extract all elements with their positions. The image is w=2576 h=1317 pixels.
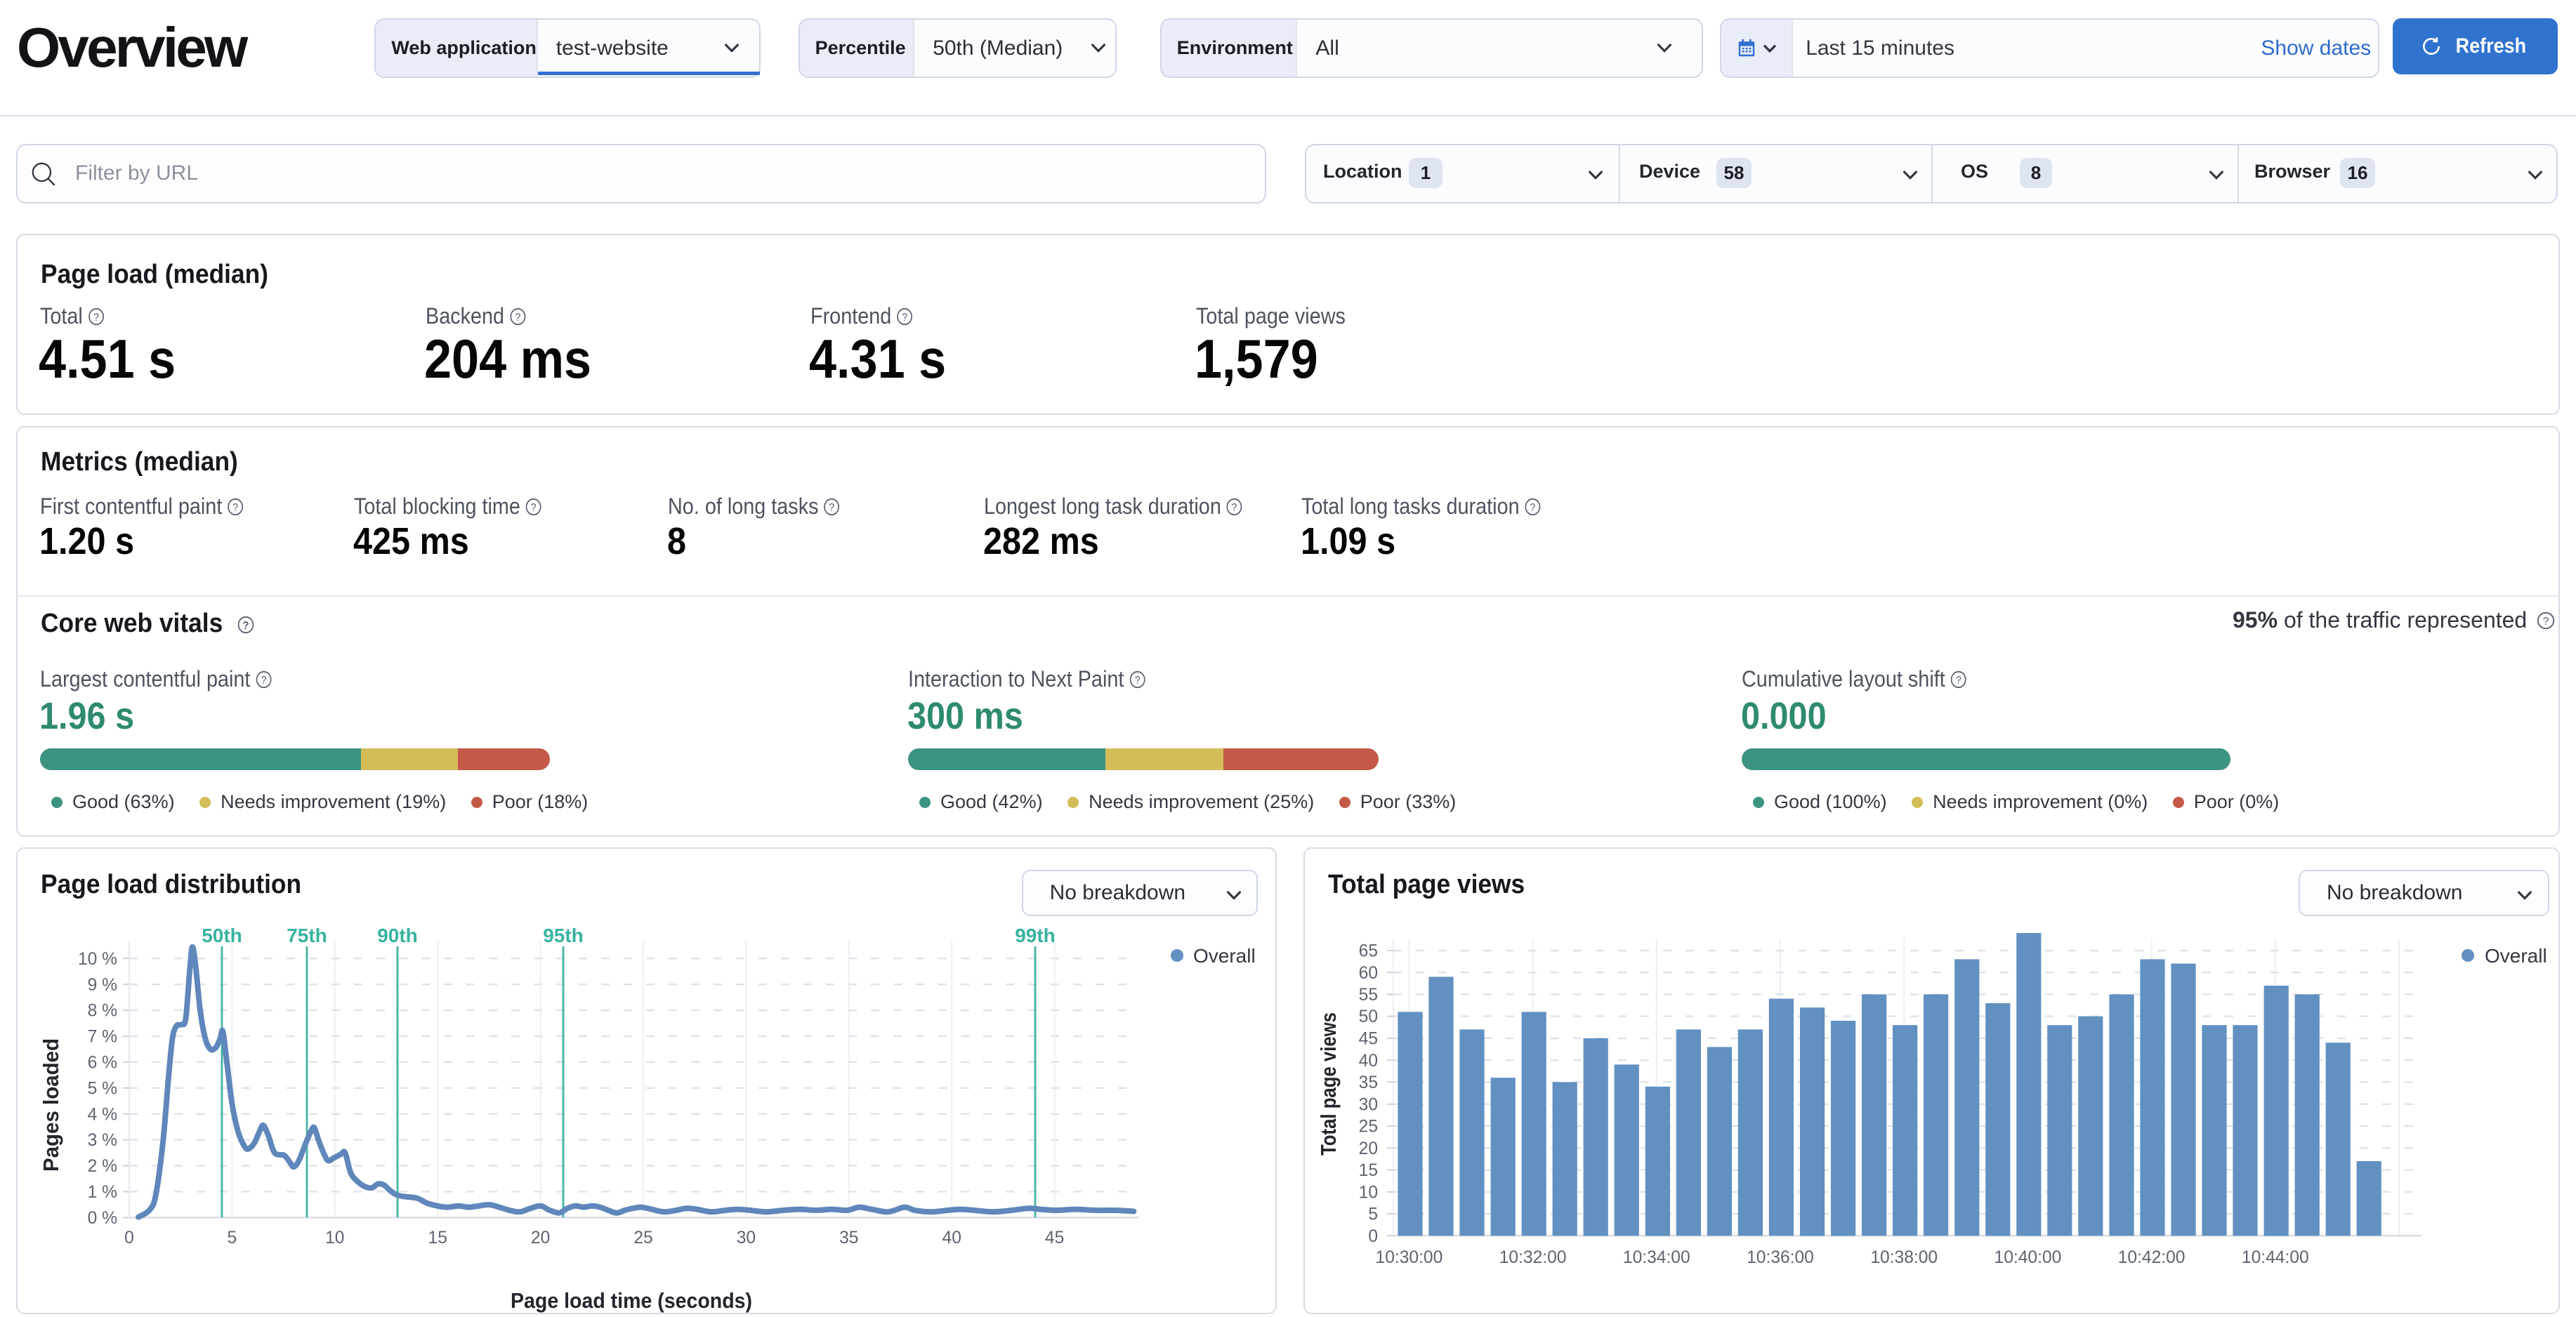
svg-text:10:30:00: 10:30:00 <box>1375 1248 1443 1267</box>
svg-text:10: 10 <box>325 1229 344 1247</box>
svg-text:45: 45 <box>1045 1229 1064 1247</box>
svg-text:50th: 50th <box>202 925 242 946</box>
svg-text:55: 55 <box>1358 986 1377 1005</box>
svg-text:10:34:00: 10:34:00 <box>1623 1248 1690 1267</box>
svg-text:5: 5 <box>1368 1205 1378 1224</box>
svg-text:?: ? <box>515 311 520 324</box>
svg-text:?: ? <box>243 619 249 632</box>
svg-text:65: 65 <box>1358 942 1377 961</box>
svg-text:10:44:00: 10:44:00 <box>2242 1248 2309 1267</box>
svg-text:10:38:00: 10:38:00 <box>1870 1248 1938 1267</box>
svg-text:Overall: Overall <box>2485 945 2547 967</box>
svg-text:30: 30 <box>737 1229 756 1247</box>
svg-text:15: 15 <box>428 1229 447 1247</box>
svg-text:Page load time (seconds): Page load time (seconds) <box>511 1288 752 1313</box>
svg-text:0: 0 <box>124 1229 134 1247</box>
svg-text:1 %: 1 % <box>88 1183 117 1202</box>
svg-text:?: ? <box>93 311 99 324</box>
svg-text:50: 50 <box>1358 1007 1377 1026</box>
svg-text:7 %: 7 % <box>88 1028 117 1047</box>
svg-text:5: 5 <box>228 1229 237 1247</box>
svg-text:25: 25 <box>633 1229 652 1247</box>
svg-text:45: 45 <box>1358 1030 1377 1049</box>
svg-text:5 %: 5 % <box>88 1079 117 1098</box>
svg-text:?: ? <box>1232 501 1237 514</box>
svg-text:?: ? <box>1530 501 1536 514</box>
svg-text:?: ? <box>1956 674 1961 687</box>
svg-text:35: 35 <box>1358 1073 1377 1092</box>
svg-text:2 %: 2 % <box>88 1157 117 1176</box>
svg-text:20: 20 <box>1358 1139 1377 1158</box>
svg-text:4 %: 4 % <box>88 1105 117 1124</box>
svg-text:9 %: 9 % <box>88 976 117 995</box>
svg-text:60: 60 <box>1358 964 1377 983</box>
svg-text:3 %: 3 % <box>88 1131 117 1150</box>
svg-text:10 %: 10 % <box>78 950 117 969</box>
svg-text:?: ? <box>1134 674 1140 687</box>
svg-text:0: 0 <box>1368 1227 1378 1246</box>
svg-text:10:36:00: 10:36:00 <box>1747 1248 1814 1267</box>
svg-text:Overall: Overall <box>1193 945 1256 967</box>
svg-text:?: ? <box>902 311 908 324</box>
svg-text:40: 40 <box>942 1229 961 1247</box>
svg-text:?: ? <box>232 501 238 514</box>
svg-text:99th: 99th <box>1015 925 1056 946</box>
svg-text:10:42:00: 10:42:00 <box>2117 1248 2185 1267</box>
svg-text:35: 35 <box>839 1229 858 1247</box>
svg-text:10:32:00: 10:32:00 <box>1499 1248 1566 1267</box>
svg-text:?: ? <box>2543 616 2549 628</box>
svg-text:0 %: 0 % <box>88 1209 117 1228</box>
svg-text:Pages loaded: Pages loaded <box>39 1038 63 1172</box>
svg-text:95th: 95th <box>543 925 584 946</box>
svg-text:75th: 75th <box>287 925 327 946</box>
svg-text:?: ? <box>531 501 537 514</box>
svg-text:?: ? <box>261 674 266 687</box>
svg-text:40: 40 <box>1358 1052 1377 1071</box>
svg-text:Total page views: Total page views <box>1316 1012 1341 1156</box>
svg-text:20: 20 <box>531 1229 550 1247</box>
svg-text:90th: 90th <box>377 925 418 946</box>
svg-text:10:40:00: 10:40:00 <box>1994 1248 2061 1267</box>
svg-text:10: 10 <box>1358 1183 1377 1202</box>
svg-text:?: ? <box>829 501 834 514</box>
svg-text:25: 25 <box>1358 1118 1377 1137</box>
svg-text:30: 30 <box>1358 1095 1377 1114</box>
svg-text:15: 15 <box>1358 1161 1377 1180</box>
svg-text:6 %: 6 % <box>88 1053 117 1072</box>
svg-text:8 %: 8 % <box>88 1002 117 1021</box>
